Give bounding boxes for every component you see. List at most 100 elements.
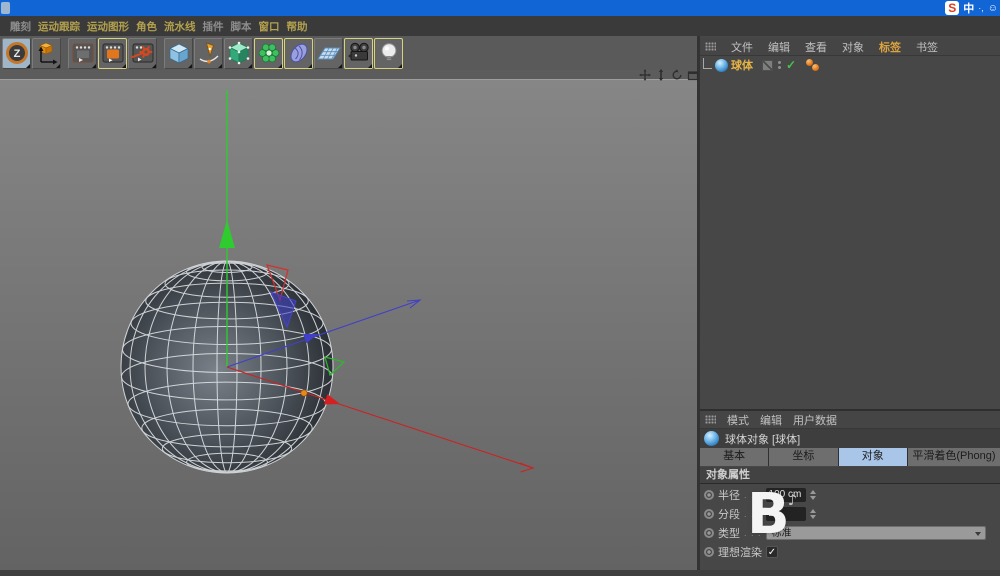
autokey-icon	[101, 41, 125, 65]
autokey-active-button[interactable]	[98, 38, 127, 69]
hierarchy-line	[703, 58, 712, 69]
tab-basic[interactable]: 基本	[700, 448, 768, 466]
am-menu-mode[interactable]: 模式	[727, 412, 749, 428]
record-keyframe-icon	[71, 41, 95, 65]
viewport-pan-icon[interactable]	[638, 68, 651, 81]
object-name-label[interactable]: 球体	[731, 57, 753, 73]
sphere-object-icon[interactable]	[715, 59, 728, 72]
svg-text:Z: Z	[13, 48, 20, 60]
axis-cube-icon	[35, 41, 59, 65]
om-menu-tags[interactable]: 标签	[879, 39, 901, 55]
primitive-cube-button[interactable]	[164, 38, 193, 69]
titlebar: S 中 ·, ☺	[0, 0, 1000, 16]
menu-motion-tracker[interactable]: 运动跟踪	[38, 19, 80, 34]
attribute-rows: 半径 . . . 100 cm 分段 . . . 24 类型 . . . 标准 …	[700, 485, 1000, 561]
panel-handle-icon[interactable]	[705, 42, 716, 51]
ideal-render-checkbox[interactable]: ✓	[766, 546, 778, 558]
object-manager-menubar: 文件 编辑 查看 对象 标签 书签	[700, 38, 1000, 56]
viewport-maximize-icon[interactable]	[686, 68, 699, 81]
enable-check-icon[interactable]: ✓	[786, 58, 796, 72]
cloner-flower-icon	[257, 41, 281, 65]
object-properties-section-header[interactable]: 对象属性	[700, 467, 1000, 484]
floor-grid-icon	[317, 41, 341, 65]
3d-viewport[interactable]	[0, 79, 697, 570]
visibility-dots[interactable]	[778, 61, 781, 69]
type-row: 类型 . . . 标准	[700, 523, 1000, 542]
window-icon	[1, 2, 10, 14]
type-label: 类型	[718, 525, 740, 541]
tab-coordinates[interactable]: 坐标	[769, 448, 837, 466]
record-settings-button[interactable]	[128, 38, 157, 69]
ime-language-mode[interactable]: 中	[963, 0, 974, 16]
menu-mograph[interactable]: 运动图形	[87, 19, 129, 34]
right-panel: 文件 编辑 查看 对象 标签 书签 球体 ✓ 模式 编辑 用户数据 球体对象 […	[700, 36, 1000, 570]
cloner-array-button[interactable]	[254, 38, 283, 69]
attribute-object-header: 球体对象 [球体]	[700, 429, 1000, 448]
ime-emoji-icon[interactable]: ☺	[988, 3, 998, 14]
ime-punctuation-icon[interactable]: ·,	[978, 3, 984, 13]
zoom-reset-z-button[interactable]: Z	[2, 38, 31, 69]
record-keyframe-button[interactable]	[68, 38, 97, 69]
om-menu-edit[interactable]: 编辑	[768, 39, 790, 55]
sogou-logo-icon[interactable]: S	[945, 1, 959, 15]
ideal-render-row: 理想渲染 ✓	[700, 542, 1000, 561]
menu-pipeline[interactable]: 流水线	[164, 19, 196, 34]
radius-row: 半径 . . . 100 cm	[700, 485, 1000, 504]
axis-scale-button[interactable]	[32, 38, 61, 69]
deformer-bend-button[interactable]	[284, 38, 313, 69]
watermark-note-icon: ♪	[788, 491, 798, 509]
phong-tag-icon[interactable]	[805, 59, 823, 72]
keyframe-circle-icon[interactable]	[704, 528, 714, 538]
watermark-logo: B♪	[747, 472, 797, 543]
tab-object[interactable]: 对象	[839, 448, 907, 466]
am-menu-edit[interactable]: 编辑	[760, 412, 782, 428]
menu-sculpt[interactable]: 雕刻	[10, 19, 31, 34]
z-circle-icon: Z	[5, 41, 29, 65]
attribute-tabs: 基本 坐标 对象 平滑着色(Phong)	[700, 448, 1000, 466]
radius-spinner[interactable]	[810, 490, 816, 500]
floor-environment-button[interactable]	[314, 38, 343, 69]
subdiv-cube-icon	[227, 41, 251, 65]
ime-indicator[interactable]: S 中 ·, ☺	[945, 0, 998, 16]
subdivision-surface-button[interactable]	[224, 38, 253, 69]
segments-label: 分段	[718, 506, 740, 522]
am-menu-userdata[interactable]: 用户数据	[793, 412, 837, 428]
menu-window[interactable]: 窗口	[259, 19, 280, 34]
menu-script[interactable]: 脚本	[231, 19, 252, 34]
viewport-header-strip	[0, 70, 697, 79]
main-toolbar: Z	[0, 36, 697, 70]
tab-phong[interactable]: 平滑着色(Phong)	[908, 448, 1000, 466]
radius-label: 半径	[718, 487, 740, 503]
light-bulb-icon	[377, 41, 401, 65]
viewport-nav-icons	[638, 68, 699, 81]
keyframe-circle-icon[interactable]	[704, 547, 714, 557]
keyframe-circle-icon[interactable]	[704, 509, 714, 519]
menu-character[interactable]: 角色	[136, 19, 157, 34]
om-menu-bookmarks[interactable]: 书签	[916, 39, 938, 55]
type-dropdown[interactable]: 标准	[766, 526, 986, 540]
menu-plugins[interactable]: 插件	[203, 19, 224, 34]
attribute-manager-menubar: 模式 编辑 用户数据	[700, 411, 1000, 429]
camera-button[interactable]	[344, 38, 373, 69]
keyframe-circle-icon[interactable]	[704, 490, 714, 500]
attribute-object-title: 球体对象 [球体]	[725, 431, 800, 447]
viewport-rotate-icon[interactable]	[670, 68, 683, 81]
cube-icon	[167, 41, 191, 65]
radius-handle[interactable]	[301, 390, 307, 396]
light-button[interactable]	[374, 38, 403, 69]
spline-pen-button[interactable]	[194, 38, 223, 69]
camera-icon	[347, 41, 371, 65]
layer-toggle-icon[interactable]	[762, 60, 773, 71]
dropdown-arrow-icon	[975, 532, 981, 536]
segments-spinner[interactable]	[810, 509, 816, 519]
om-menu-file[interactable]: 文件	[731, 39, 753, 55]
main-menubar: 雕刻 运动跟踪 运动图形 角色 流水线 插件 脚本 窗口 帮助	[0, 16, 1000, 36]
panel-handle-icon[interactable]	[705, 415, 716, 424]
pen-icon	[197, 41, 221, 65]
om-menu-view[interactable]: 查看	[805, 39, 827, 55]
segments-row: 分段 . . . 24	[700, 504, 1000, 523]
viewport-zoom-icon[interactable]	[654, 68, 667, 81]
om-menu-objects[interactable]: 对象	[842, 39, 864, 55]
menu-help[interactable]: 帮助	[287, 19, 308, 34]
object-row-sphere[interactable]: 球体 ✓	[700, 56, 1000, 74]
